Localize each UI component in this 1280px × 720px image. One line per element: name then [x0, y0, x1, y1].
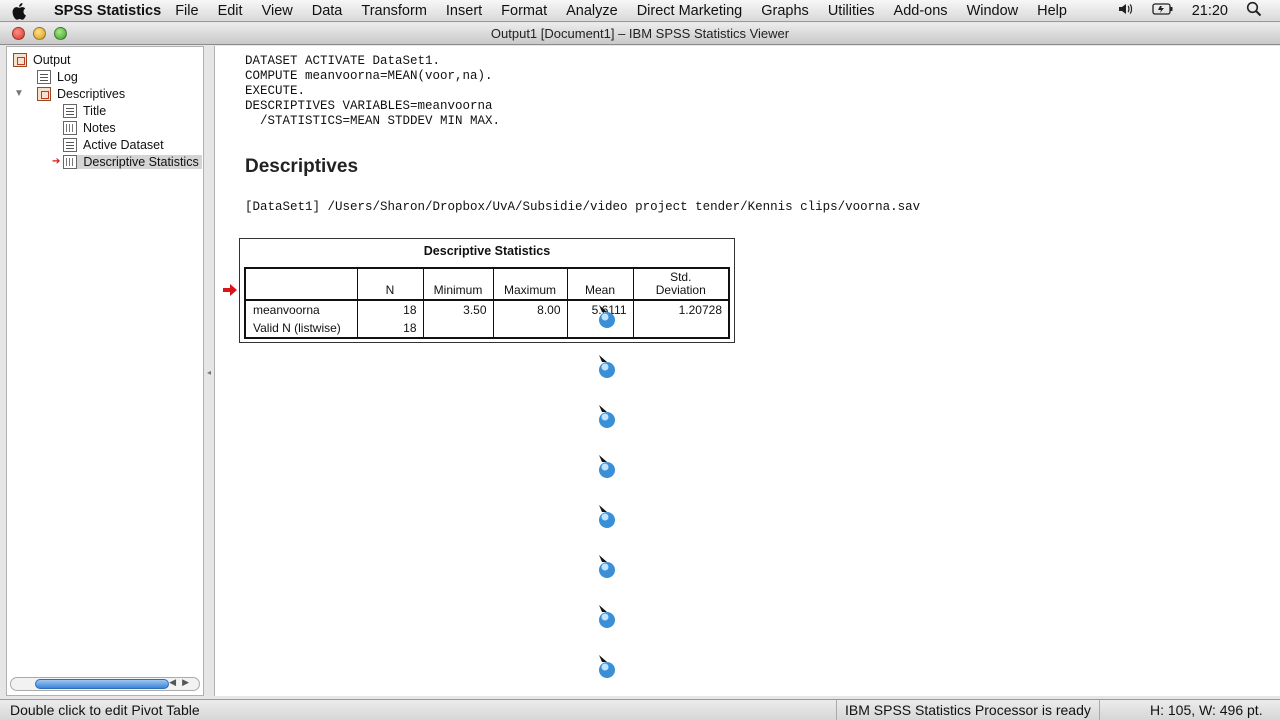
notes-table-icon: [63, 120, 77, 135]
scroll-arrows-icon[interactable]: ◀▶: [169, 677, 195, 688]
header-minimum: Minimum: [422, 268, 493, 301]
object-dimensions: H: 105, W: 496 pt.: [1150, 702, 1263, 718]
disclosure-triangle-expanded-icon[interactable]: ▼: [14, 88, 24, 99]
busy-cursor-icon: [599, 555, 615, 578]
syntax-line: DESCRIPTIVES VARIABLES=meanvoorna: [245, 99, 493, 113]
splitter-grip-icon[interactable]: ◂: [207, 368, 211, 377]
pane-splitter[interactable]: ◂: [204, 46, 214, 696]
cell-maximum: 8.00: [492, 300, 567, 319]
syntax-line: COMPUTE meanvoorna=MEAN(voor,na).: [245, 69, 493, 83]
menu-direct-marketing[interactable]: Direct Marketing: [637, 3, 743, 19]
current-item-arrow-icon: ➔: [52, 156, 61, 167]
cell-n: 18: [356, 319, 423, 338]
cell-minimum: [422, 319, 493, 338]
cell-n: 18: [356, 300, 423, 319]
menu-transform[interactable]: Transform: [361, 3, 427, 19]
row-label: Valid N (listwise): [244, 319, 358, 338]
tree-label-notes: Notes: [83, 120, 116, 135]
selected-object-arrow-icon: [223, 284, 237, 296]
busy-cursor-icon: [599, 605, 615, 628]
active-dataset-path[interactable]: [DataSet1] /Users/Sharon/Dropbox/UvA/Sub…: [245, 200, 920, 214]
tree-item-output[interactable]: Output: [13, 51, 71, 68]
menu-utilities[interactable]: Utilities: [828, 3, 875, 19]
apple-menu-icon[interactable]: [0, 2, 40, 20]
tree-item-descriptives[interactable]: Descriptives: [37, 85, 125, 102]
syntax-line: EXECUTE.: [245, 84, 306, 98]
menu-add-ons[interactable]: Add-ons: [894, 3, 948, 19]
header-std-deviation: Std. Deviation: [632, 268, 729, 301]
tree-label-log: Log: [57, 69, 78, 84]
header-mean: Mean: [566, 268, 633, 301]
menu-view[interactable]: View: [262, 3, 293, 19]
tree-item-active-dataset[interactable]: Active Dataset: [63, 136, 164, 153]
descriptive-statistics-pivot-table[interactable]: Descriptive Statistics N Minimum Maximum…: [239, 238, 735, 343]
tree-label-descriptives: Descriptives: [57, 86, 126, 101]
tree-item-log[interactable]: Log: [37, 68, 78, 85]
syntax-line: /STATISTICS=MEAN STDDEV MIN MAX.: [245, 114, 501, 128]
syntax-line: DATASET ACTIVATE DataSet1.: [245, 54, 441, 68]
header-n: N: [356, 268, 423, 301]
tree-label-active-dataset: Active Dataset: [83, 137, 164, 152]
window-title-bar: Output1 [Document1] – IBM SPSS Statistic…: [0, 23, 1280, 45]
cell-maximum: [492, 319, 567, 338]
tree-item-descriptive-statistics[interactable]: ➔ Descriptive Statistics: [52, 153, 202, 170]
processor-status: IBM SPSS Statistics Processor is ready: [836, 700, 1100, 720]
menu-file[interactable]: File: [175, 3, 198, 19]
spotlight-search-icon[interactable]: [1246, 1, 1262, 21]
tree-label-title: Title: [83, 103, 107, 118]
scrollbar-thumb[interactable]: [35, 679, 169, 689]
header-corner: [245, 268, 357, 301]
cell-minimum: 3.50: [422, 300, 493, 319]
tree-label-descriptive-statistics: Descriptive Statistics: [83, 154, 199, 169]
header-maximum: Maximum: [492, 268, 567, 301]
menu-clock[interactable]: 21:20: [1192, 3, 1228, 19]
descriptives-book-icon: [37, 86, 51, 101]
busy-cursor-icon: [599, 355, 615, 378]
status-hint: Double click to edit Pivot Table: [10, 702, 200, 718]
output-content-pane: DATASET ACTIVATE DataSet1. COMPUTE meanvo…: [214, 46, 1280, 696]
row-label: meanvoorna: [244, 300, 358, 319]
menu-data[interactable]: Data: [312, 3, 343, 19]
header-std-line2: Deviation: [655, 283, 706, 297]
app-name-menu[interactable]: SPSS Statistics: [54, 3, 161, 19]
menu-bar: SPSS Statistics File Edit View Data Tran…: [0, 0, 1280, 22]
menu-edit[interactable]: Edit: [218, 3, 243, 19]
outline-navigation-pane: Output Log ▼ Descriptives Title Notes Ac…: [6, 46, 204, 696]
pivot-table-title: Descriptive Statistics: [423, 244, 551, 258]
battery-icon[interactable]: [1152, 2, 1174, 20]
menu-help[interactable]: Help: [1037, 3, 1067, 19]
busy-cursor-icon: [599, 455, 615, 478]
busy-cursor-icon: [599, 305, 615, 328]
busy-cursor-icon: [599, 655, 615, 678]
menu-analyze[interactable]: Analyze: [566, 3, 618, 19]
tree-item-selected-highlight: Descriptive Statistics: [63, 154, 202, 169]
tree-label-output: Output: [33, 52, 71, 67]
statistics-table: N Minimum Maximum Mean Std. Deviation me…: [244, 267, 730, 339]
status-bar: Double click to edit Pivot Table IBM SPS…: [0, 699, 1280, 720]
tree-item-title[interactable]: Title: [63, 102, 106, 119]
cell-std: [632, 319, 729, 338]
menu-window[interactable]: Window: [967, 3, 1019, 19]
busy-cursor-icon: [599, 405, 615, 428]
descriptive-statistics-table-icon: [63, 154, 78, 169]
descriptives-heading[interactable]: Descriptives: [245, 156, 358, 178]
active-dataset-document-icon: [63, 137, 77, 152]
menu-insert[interactable]: Insert: [446, 3, 482, 19]
menu-graphs[interactable]: Graphs: [761, 3, 809, 19]
title-document-icon: [63, 103, 77, 118]
busy-cursor-icon: [599, 505, 615, 528]
table-row: Valid N (listwise) 18: [244, 319, 729, 338]
cell-std: 1.20728: [632, 300, 729, 319]
log-document-icon: [37, 69, 51, 84]
window-title: Output1 [Document1] – IBM SPSS Statistic…: [490, 26, 790, 41]
header-std-line1: Std.: [670, 270, 692, 284]
menu-format[interactable]: Format: [501, 3, 547, 19]
volume-icon[interactable]: [1118, 2, 1134, 20]
table-row: meanvoorna 18 3.50 8.00 5.6111 1.20728: [244, 300, 729, 319]
output-book-icon: [13, 52, 27, 67]
tree-item-notes[interactable]: Notes: [63, 119, 116, 136]
table-header-row: N Minimum Maximum Mean Std. Deviation: [245, 268, 729, 301]
navigation-horizontal-scrollbar[interactable]: ◀▶: [10, 677, 200, 691]
syntax-log-block[interactable]: DATASET ACTIVATE DataSet1. COMPUTE meanvo…: [245, 54, 500, 129]
